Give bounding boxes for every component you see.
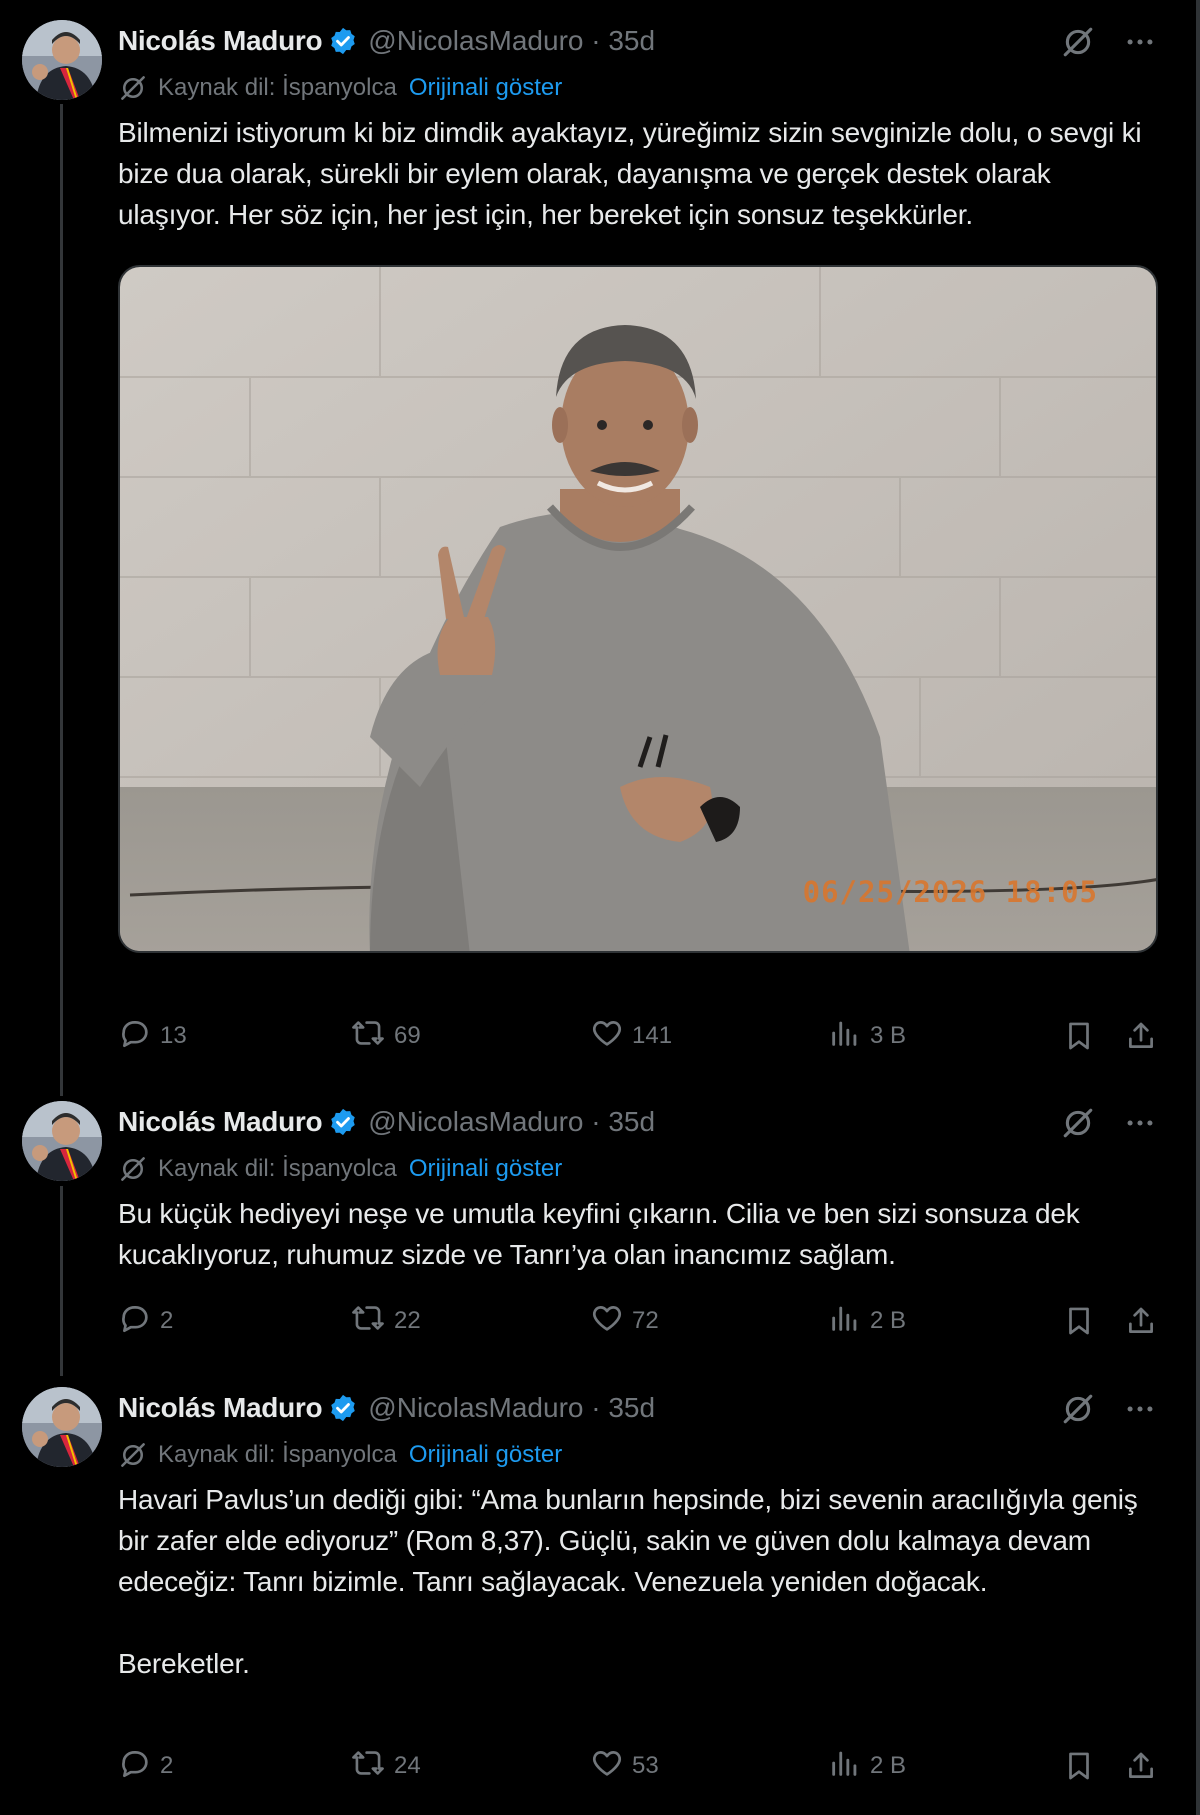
thread-connector-line [60,104,63,1096]
display-name[interactable]: Nicolás Maduro [118,1392,323,1424]
repost-icon [350,1746,394,1787]
translation-notice: Kaynak dil: İspanyolca Orijinali göster [118,1435,1160,1475]
tweet-photo[interactable]: 06/25/2026 18:05 [118,265,1158,953]
verified-badge-icon [328,1107,358,1137]
more-icon[interactable] [1120,1389,1160,1429]
more-icon[interactable] [1120,1103,1160,1143]
tweet-text: Havari Pavlus’un dediği gibi: “Ama bunla… [118,1484,1138,1679]
reply-count: 2 [160,1307,174,1334]
repost-button[interactable]: 69 [350,1012,421,1060]
translation-notice: Kaynak dil: İspanyolca Orijinali göster [118,68,1160,108]
views-button[interactable]: 2 B [828,1297,906,1345]
show-original-link[interactable]: Orijinali göster [409,1441,562,1469]
views-count: 3 B [870,1022,907,1049]
grok-slash-icon[interactable] [1058,1103,1098,1143]
views-button[interactable]: 3 B [828,1012,906,1060]
tweet-actions: 2 24 53 2 B [118,1742,1160,1790]
reply-count: 2 [160,1752,174,1779]
repost-button[interactable]: 22 [350,1297,421,1345]
photo-timestamp: 06/25/2026 18:05 [802,875,1098,909]
tweet-text: Bu küçük hediyeyi neşe ve umutla keyfini… [118,1198,1088,1270]
translate-icon [118,1440,148,1470]
show-original-link[interactable]: Orijinali göster [409,74,562,102]
avatar[interactable] [22,20,102,100]
views-icon [828,1746,870,1787]
more-icon[interactable] [1120,22,1160,62]
views-count: 2 B [870,1752,907,1779]
verified-badge-icon [328,26,358,56]
like-icon [590,1746,632,1787]
like-button[interactable]: 72 [590,1297,659,1345]
like-icon [590,1016,632,1057]
like-button[interactable]: 141 [590,1012,672,1060]
handle-and-time[interactable]: @NicolasMaduro · 35d [368,1106,655,1138]
reply-button[interactable]: 13 [118,1012,187,1060]
repost-count: 24 [394,1752,421,1779]
share-icon[interactable] [1124,1742,1158,1790]
source-language-label: Kaynak dil: İspanyolca [158,74,397,101]
tweet-header: Nicolás Maduro @NicolasMaduro · 35d [118,1387,1160,1429]
tweet-header: Nicolás Maduro @NicolasMaduro · 35d [118,20,1160,62]
grok-slash-icon[interactable] [1058,1389,1098,1429]
handle-and-time[interactable]: @NicolasMaduro · 35d [368,25,655,57]
reply-count: 13 [160,1022,187,1049]
like-count: 72 [632,1307,659,1334]
repost-count: 22 [394,1307,421,1334]
like-icon [590,1301,632,1342]
column-border [1196,0,1200,1815]
bookmark-icon[interactable] [1062,1742,1096,1790]
show-original-link[interactable]: Orijinali göster [409,1155,562,1183]
like-button[interactable]: 53 [590,1742,659,1790]
views-count: 2 B [870,1307,907,1334]
translation-notice: Kaynak dil: İspanyolca Orijinali göster [118,1149,1160,1189]
tweet-header: Nicolás Maduro @NicolasMaduro · 35d [118,1101,1160,1143]
tweet-actions: 2 22 72 2 B [118,1297,1160,1345]
reply-icon [118,1016,160,1057]
share-icon[interactable] [1124,1297,1158,1345]
share-icon[interactable] [1124,1012,1158,1060]
source-language-label: Kaynak dil: İspanyolca [158,1155,397,1182]
repost-icon [350,1301,394,1342]
repost-icon [350,1016,394,1057]
reply-icon [118,1301,160,1342]
tweet-actions: 13 69 141 3 B [118,1012,1160,1060]
verified-badge-icon [328,1393,358,1423]
bookmark-icon[interactable] [1062,1297,1096,1345]
reply-button[interactable]: 2 [118,1297,173,1345]
thread-connector-line [60,1186,63,1376]
display-name[interactable]: Nicolás Maduro [118,1106,323,1138]
reply-icon [118,1746,160,1787]
bookmark-icon[interactable] [1062,1012,1096,1060]
handle-and-time[interactable]: @NicolasMaduro · 35d [368,1392,655,1424]
views-icon [828,1016,870,1057]
source-language-label: Kaynak dil: İspanyolca [158,1441,397,1468]
display-name[interactable]: Nicolás Maduro [118,25,323,57]
like-count: 141 [632,1022,673,1049]
repost-button[interactable]: 24 [350,1742,421,1790]
translate-icon [118,73,148,103]
grok-slash-icon[interactable] [1058,22,1098,62]
like-count: 53 [632,1752,659,1779]
avatar[interactable] [22,1387,102,1467]
views-icon [828,1301,870,1342]
avatar[interactable] [22,1101,102,1181]
views-button[interactable]: 2 B [828,1742,906,1790]
translate-icon [118,1154,148,1184]
repost-count: 69 [394,1022,421,1049]
tweet-text: Bilmenizi istiyorum ki biz dimdik ayakta… [118,117,1150,230]
reply-button[interactable]: 2 [118,1742,173,1790]
